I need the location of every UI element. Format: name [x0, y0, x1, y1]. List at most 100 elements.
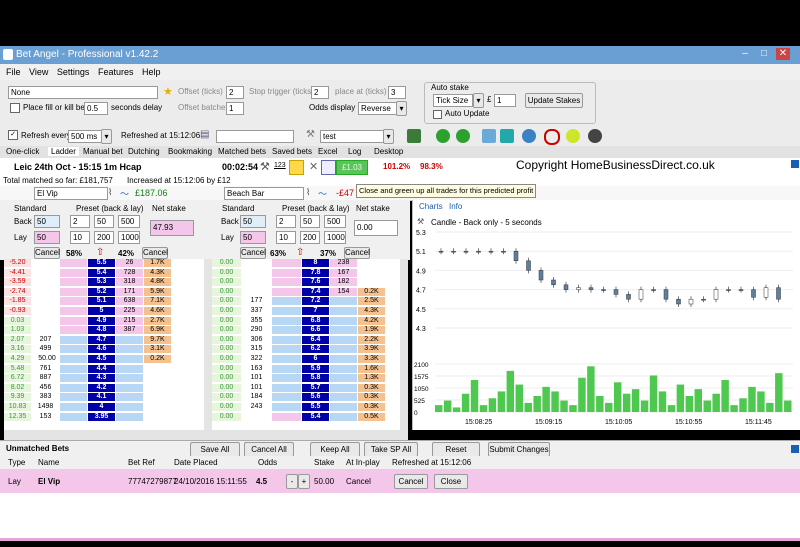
odds-cell[interactable]: 4.9 — [88, 316, 115, 325]
lay-cell[interactable] — [116, 335, 143, 344]
lay-volume-cell[interactable]: 5.9K — [144, 287, 171, 296]
ladder2-row[interactable]: 0.00 243 5.5 0.3K — [212, 403, 400, 411]
ladder2-row[interactable]: 0.00 101 5.7 0.3K — [212, 383, 400, 392]
back-cell[interactable] — [60, 345, 87, 354]
volume-cell[interactable] — [32, 259, 59, 267]
lay-cell[interactable]: 387 — [116, 326, 143, 335]
odds-decrease-button[interactable]: - — [286, 474, 298, 489]
lay-cell[interactable]: 638 — [116, 297, 143, 306]
profile-dropdown-icon[interactable]: ▾ — [383, 129, 394, 144]
odds-cell[interactable]: 4 — [88, 403, 115, 411]
lay-volume-cell[interactable]: 3.3K — [358, 355, 385, 363]
ladder2-row[interactable]: 0.00 177 7.2 2.5K — [212, 297, 400, 306]
ladder-scrollbar-1[interactable] — [204, 259, 212, 430]
odds-cell[interactable]: 5.1 — [88, 297, 115, 306]
back-cell[interactable] — [272, 268, 301, 277]
back-cell[interactable] — [60, 259, 87, 267]
tab-saved-bets[interactable]: Saved bets — [272, 147, 312, 156]
lay-cell[interactable]: 182 — [330, 278, 357, 287]
tab-info[interactable]: Info — [449, 202, 462, 211]
odds-cell[interactable]: 5.6 — [302, 393, 329, 402]
tools-icon[interactable]: ⚒ — [260, 160, 270, 173]
volume-cell[interactable] — [32, 316, 59, 325]
pl-cell[interactable]: 8.02 — [4, 383, 31, 392]
up-arrow-icon-2[interactable]: ⇧ — [296, 247, 304, 258]
back-cell[interactable] — [272, 335, 301, 344]
lay-cell[interactable] — [116, 412, 143, 421]
lay-volume-cell[interactable]: 2.2K — [358, 335, 385, 344]
pl-cell[interactable]: -3.59 — [4, 278, 31, 287]
pl-cell[interactable]: 4.29 — [4, 355, 31, 363]
ladder2-row[interactable]: 0.00 355 6.8 4.2K — [212, 316, 400, 325]
lay-cell[interactable]: 318 — [116, 278, 143, 287]
back-cell[interactable] — [272, 297, 301, 306]
back-cell[interactable] — [272, 355, 301, 363]
preset-back-1b[interactable]: 50 — [94, 215, 114, 228]
volume-cell[interactable]: 153 — [32, 412, 59, 421]
submit-changes-button[interactable]: Submit Changes — [488, 442, 550, 457]
lay-volume-cell[interactable] — [358, 268, 385, 277]
lay-cell[interactable] — [116, 403, 143, 411]
volume-cell[interactable]: 101 — [242, 383, 271, 392]
lay-volume-cell[interactable]: 0.2K — [358, 287, 385, 296]
ladder2-row[interactable]: 0.00 7.6 182 — [212, 278, 400, 287]
preset-back-2c[interactable]: 500 — [324, 215, 346, 228]
ladder1-row[interactable]: -3.59 5.3 318 4.8K — [4, 278, 204, 287]
lay-stake-field-2[interactable]: 50 — [240, 231, 266, 244]
tab-matched-bets[interactable]: Matched bets — [218, 147, 266, 156]
odds-cell[interactable]: 8 — [302, 259, 329, 267]
lay-cell[interactable]: 215 — [116, 316, 143, 325]
tick-size-select[interactable]: Tick Size — [433, 94, 473, 107]
ladder2-row[interactable]: 0.00 290 6.6 1.9K — [212, 326, 400, 335]
ladder2-row[interactable]: 0.00 337 7 4.3K — [212, 307, 400, 315]
lay-cell[interactable] — [116, 383, 143, 392]
update-stakes-button[interactable]: Update Stakes — [525, 93, 583, 108]
pl-cell[interactable]: 0.00 — [212, 393, 241, 402]
lay-volume-cell[interactable]: 9.7K — [144, 335, 171, 344]
lay-volume-cell[interactable]: 4.3K — [144, 268, 171, 277]
volume-cell[interactable]: 177 — [242, 297, 271, 306]
preset-back-2a[interactable]: 2 — [276, 215, 296, 228]
fill-kill-delay-field[interactable]: 0.5 — [84, 102, 108, 115]
cancel-lay-button-1[interactable]: Cancel — [142, 247, 168, 259]
odds-cell[interactable]: 4.5 — [88, 355, 115, 363]
ladder1-row[interactable]: 2.07 207 4.7 9.7K — [4, 335, 204, 344]
auto-update-checkbox[interactable] — [433, 110, 442, 119]
pl-cell[interactable]: 9.39 — [4, 393, 31, 402]
lay-volume-cell[interactable]: 0.3K — [358, 393, 385, 402]
odds-cell[interactable]: 7.2 — [302, 297, 329, 306]
volume-cell[interactable]: 383 — [32, 393, 59, 402]
odds-cell[interactable]: 6.4 — [302, 335, 329, 344]
volume-cell[interactable] — [242, 259, 271, 267]
menu-settings[interactable]: Settings — [57, 67, 90, 77]
preset-lay-2a[interactable]: 10 — [276, 231, 296, 244]
lay-cell[interactable] — [330, 307, 357, 315]
grid-icon[interactable] — [482, 129, 496, 143]
back-cell[interactable] — [272, 364, 301, 373]
lay-cell[interactable] — [330, 403, 357, 411]
volume-cell[interactable]: 163 — [242, 364, 271, 373]
lay-stake-field-1[interactable]: 50 — [34, 231, 60, 244]
pl-cell[interactable]: -0.93 — [4, 307, 31, 315]
cancel-all-button[interactable]: Cancel All — [244, 442, 294, 457]
odds-display-dropdown-icon[interactable]: ▾ — [396, 101, 407, 116]
lay-volume-cell[interactable]: 0.3K — [358, 403, 385, 411]
volume-cell[interactable]: 306 — [242, 335, 271, 344]
back-cell[interactable] — [60, 412, 87, 421]
ladder1-row[interactable]: 12.35 153 3.95 — [4, 412, 204, 421]
ladder1-row[interactable]: 3.16 499 4.6 3.1K — [4, 345, 204, 354]
ladder2-row[interactable]: 0.00 5.4 0.5K — [212, 412, 400, 421]
sort-number[interactable]: 123 — [274, 162, 286, 169]
ladder1-row[interactable]: 6.72 887 4.3 — [4, 374, 204, 383]
tab-manual-bet[interactable]: Manual bet — [83, 147, 123, 156]
odds-cell[interactable]: 6.2 — [302, 345, 329, 354]
pl-cell[interactable]: 0.03 — [4, 316, 31, 325]
volume-cell[interactable] — [32, 326, 59, 335]
cancel-back-button-2[interactable]: Cancel — [240, 247, 266, 259]
lay-volume-cell[interactable]: 0.3K — [358, 383, 385, 392]
tab-ladder[interactable]: Ladder — [48, 147, 79, 156]
up-arrow-icon-1[interactable]: ⇧ — [96, 247, 104, 258]
lay-cell[interactable] — [116, 364, 143, 373]
odds-cell[interactable]: 7 — [302, 307, 329, 315]
back-cell[interactable] — [60, 268, 87, 277]
